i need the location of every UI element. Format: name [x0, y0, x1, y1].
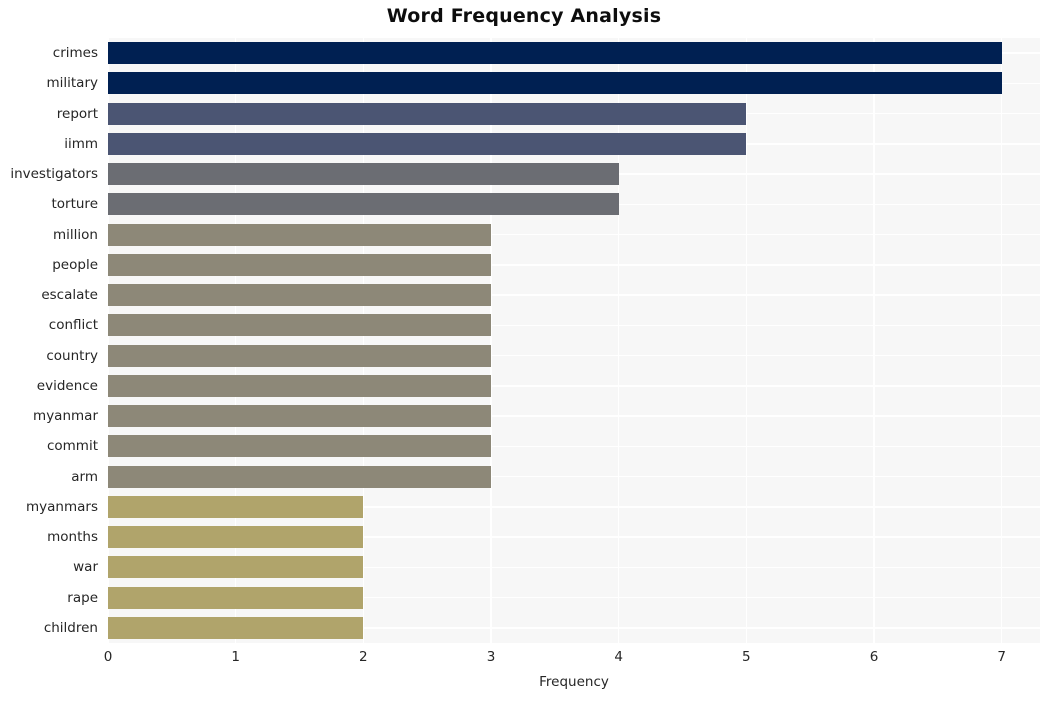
y-tick-label: report	[56, 105, 98, 122]
y-tick-label: investigators	[10, 166, 98, 183]
vertical-gridline	[234, 38, 237, 643]
bar	[108, 253, 491, 276]
y-tick-label: months	[47, 529, 98, 546]
y-tick-label: conflict	[48, 317, 98, 334]
y-tick-label: commit	[46, 438, 98, 455]
vertical-gridline	[873, 38, 875, 643]
y-tick-label: torture	[51, 196, 98, 213]
bar	[108, 223, 491, 246]
x-tick-label: 4	[614, 649, 623, 665]
bar	[108, 586, 364, 609]
bar	[108, 42, 1002, 65]
vertical-gridline	[745, 38, 748, 643]
bar	[108, 495, 364, 518]
y-tick-label: country	[46, 347, 98, 364]
y-tick-label: rape	[67, 589, 98, 606]
y-tick-label: children	[43, 619, 98, 636]
bar	[108, 72, 1002, 95]
bar	[108, 132, 747, 155]
vertical-gridline	[108, 38, 109, 643]
x-tick-label: 6	[869, 649, 879, 665]
y-tick-label: iimm	[64, 135, 98, 152]
bar	[108, 435, 491, 458]
x-tick-label: 5	[742, 649, 751, 665]
bar	[108, 526, 364, 549]
x-tick-label: 3	[486, 649, 496, 665]
bar	[108, 556, 364, 579]
bar	[108, 374, 491, 397]
y-tick-label: escalate	[41, 287, 98, 304]
y-tick-label: myanmars	[26, 498, 98, 515]
x-tick-label: 7	[997, 649, 1006, 665]
chart-figure: Word Frequency Analysis crimes military re…	[0, 0, 1048, 701]
x-tick-label: 0	[103, 649, 113, 665]
vertical-gridline	[1000, 38, 1003, 643]
bar	[108, 193, 619, 216]
x-tick-label: 2	[359, 649, 368, 665]
y-tick-label: crimes	[52, 45, 98, 62]
y-tick-label: evidence	[36, 377, 98, 394]
plot-area	[108, 38, 1040, 643]
y-tick-label: million	[53, 226, 98, 243]
bar	[108, 314, 491, 337]
vertical-gridline	[362, 38, 365, 643]
x-tick-label: 1	[231, 649, 240, 665]
bar	[108, 465, 491, 488]
bar	[108, 405, 491, 428]
y-tick-label: military	[46, 75, 98, 92]
bar	[108, 284, 491, 307]
vertical-gridline	[490, 38, 492, 643]
bar	[108, 616, 364, 639]
vertical-gridline	[617, 38, 620, 643]
bar	[108, 163, 619, 186]
y-tick-label: war	[73, 559, 98, 576]
bar	[108, 102, 747, 125]
y-tick-label: myanmar	[33, 408, 98, 425]
y-tick-label: people	[52, 256, 98, 273]
bar	[108, 344, 491, 367]
chart-title: Word Frequency Analysis	[386, 5, 662, 27]
x-axis-title: Frequency	[539, 674, 609, 690]
y-tick-label: arm	[71, 468, 98, 485]
